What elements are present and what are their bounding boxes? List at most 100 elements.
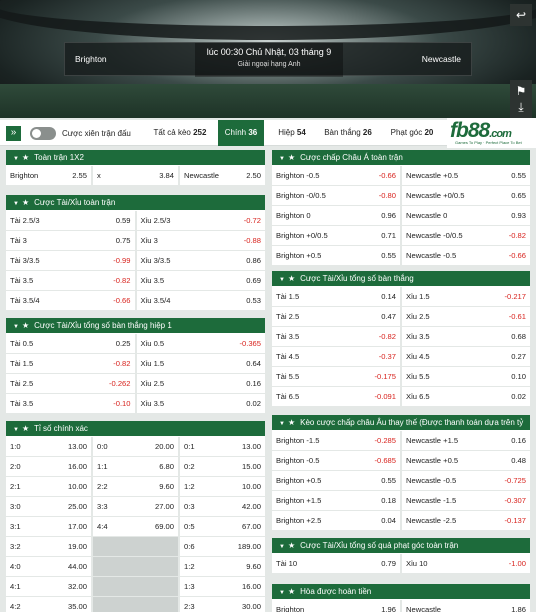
panel-header[interactable]: ▼ ★ Cược chấp Châu Á toàn trận — [272, 150, 530, 165]
star-icon[interactable]: ★ — [22, 321, 29, 330]
odds-cell[interactable]: 0:5 67.00 — [180, 516, 265, 536]
odds-cell[interactable]: Tài 10 0.79 — [272, 553, 400, 573]
star-icon[interactable]: ★ — [22, 153, 29, 162]
odds-cell[interactable]: 2:3 30.00 — [180, 596, 265, 612]
odds-cell[interactable]: Xỉu 4.5 0.27 — [402, 346, 530, 366]
odds-cell[interactable]: Brighton 2.55 — [6, 165, 91, 185]
odds-cell[interactable]: Xỉu 3.5 0.02 — [136, 393, 265, 413]
odds-cell[interactable]: 2:1 10.00 — [6, 476, 91, 496]
odds-cell[interactable]: Newcastle 1.86 — [402, 599, 530, 612]
odds-cell[interactable]: Tài 1.5 -0.82 — [6, 353, 135, 373]
odds-cell[interactable]: Brighton -0.5 -0.66 — [272, 165, 400, 185]
odds-cell[interactable]: Tài 3/3.5 -0.99 — [6, 250, 135, 270]
odds-cell[interactable]: 0:6 189.00 — [180, 536, 265, 556]
odds-cell[interactable]: 4:1 32.00 — [6, 576, 91, 596]
panel-header[interactable]: ▼ ★ Cược Tài/Xỉu tổng số bàn thắng hiệp 1 — [6, 318, 265, 333]
odds-cell[interactable]: Xỉu 3 -0.88 — [136, 230, 265, 250]
odds-cell[interactable]: Tài 6.5 -0.091 — [272, 386, 400, 406]
odds-cell[interactable]: Newcastle +0.5 0.55 — [402, 165, 530, 185]
odds-cell[interactable]: Tài 3.5 -0.10 — [6, 393, 135, 413]
odds-cell[interactable]: Xỉu 3.5 0.69 — [136, 270, 265, 290]
odds-cell[interactable]: 0:3 42.00 — [180, 496, 265, 516]
odds-cell[interactable]: Brighton 1.96 — [272, 599, 400, 612]
odds-cell[interactable]: Newcastle +1.5 0.16 — [402, 430, 530, 450]
odds-cell[interactable]: x 3.84 — [93, 165, 178, 185]
odds-cell[interactable]: Brighton -0.5 -0.685 — [272, 450, 400, 470]
odds-cell[interactable]: 3:2 19.00 — [6, 536, 91, 556]
star-icon[interactable]: ★ — [22, 424, 29, 433]
odds-cell[interactable]: 4:2 35.00 — [6, 596, 91, 612]
odds-cell[interactable]: Brighton -0/0.5 -0.80 — [272, 185, 400, 205]
odds-cell[interactable]: Xỉu 5.5 0.10 — [402, 366, 530, 386]
tab-all[interactable]: Tất cả kèo 252 — [146, 120, 214, 146]
panel-header[interactable]: ▼ ★ Cược Tài/Xỉu toàn trận — [6, 195, 265, 210]
panel-header[interactable]: ▼ ★ Kèo cược chấp châu Âu thay thế (Được t… — [272, 415, 530, 430]
odds-cell[interactable]: Brighton +1.5 0.18 — [272, 490, 400, 510]
odds-cell[interactable]: 1:0 13.00 — [6, 436, 91, 456]
odds-cell[interactable]: Brighton +0.5 0.55 — [272, 470, 400, 490]
odds-cell[interactable]: 1:1 6.80 — [93, 456, 178, 476]
chevron-down-icon[interactable]: ▼ — [13, 201, 19, 207]
download-icon[interactable]: ⤓ — [510, 96, 532, 118]
odds-cell[interactable]: Xỉu 2.5 0.16 — [136, 373, 265, 393]
odds-cell[interactable]: Tài 4.5 -0.37 — [272, 346, 400, 366]
odds-cell[interactable]: Brighton -1.5 -0.285 — [272, 430, 400, 450]
panel-header[interactable]: ▼ ★ Toàn trận 1X2 — [6, 150, 265, 165]
star-icon[interactable]: ★ — [288, 153, 295, 162]
panel-header[interactable]: ▼ ★ Tỉ số chính xác — [6, 421, 265, 436]
odds-cell[interactable]: 2:0 16.00 — [6, 456, 91, 476]
odds-cell[interactable]: Newcastle -0.5 -0.66 — [402, 245, 530, 265]
odds-cell[interactable]: 2:2 9.60 — [93, 476, 178, 496]
odds-cell[interactable]: Xỉu 6.5 0.02 — [402, 386, 530, 406]
odds-cell[interactable]: Xỉu 1.5 0.64 — [136, 353, 265, 373]
odds-cell[interactable]: Xỉu 3.5/4 0.53 — [136, 290, 265, 310]
star-icon[interactable]: ★ — [22, 198, 29, 207]
odds-cell[interactable]: Brighton +0.5 0.55 — [272, 245, 400, 265]
odds-cell[interactable]: 1:3 16.00 — [180, 576, 265, 596]
odds-cell[interactable]: Xỉu 3.5 0.68 — [402, 326, 530, 346]
odds-cell[interactable]: Newcastle -0/0.5 -0.82 — [402, 225, 530, 245]
back-icon[interactable]: ↩ — [510, 4, 532, 26]
tab-goals[interactable]: Bàn thắng 26 — [318, 120, 378, 146]
odds-cell[interactable]: Newcastle -1.5 -0.307 — [402, 490, 530, 510]
odds-cell[interactable]: Tài 3.5/4 -0.66 — [6, 290, 135, 310]
odds-cell[interactable]: 0:2 15.00 — [180, 456, 265, 476]
odds-cell[interactable]: Tài 3.5 -0.82 — [6, 270, 135, 290]
panel-header[interactable]: ▼ ★ Cược Tài/Xỉu tổng số quả phạt góc toàn… — [272, 538, 530, 553]
odds-cell[interactable]: Tài 2.5 0.47 — [272, 306, 400, 326]
odds-cell[interactable]: Tài 1.5 0.14 — [272, 286, 400, 306]
odds-cell[interactable]: Newcastle +0/0.5 0.65 — [402, 185, 530, 205]
panel-header[interactable]: ▼ ★ Cược Tài/Xỉu tổng số bàn thắng — [272, 271, 530, 286]
odds-cell[interactable]: 1:2 10.00 — [180, 476, 265, 496]
odds-cell[interactable]: Xỉu 2.5 -0.61 — [402, 306, 530, 326]
odds-cell[interactable]: Tài 0.5 0.25 — [6, 333, 135, 353]
chevron-down-icon[interactable]: ▼ — [13, 427, 19, 433]
odds-cell[interactable]: Xỉu 10 -1.00 — [402, 553, 530, 573]
chevron-down-icon[interactable]: ▼ — [279, 544, 285, 550]
odds-cell[interactable]: Newcastle 2.50 — [180, 165, 265, 185]
odds-cell[interactable]: Tài 2.5 -0.262 — [6, 373, 135, 393]
odds-cell[interactable]: 4:0 44.00 — [6, 556, 91, 576]
odds-cell[interactable]: Tài 3 0.75 — [6, 230, 135, 250]
odds-cell[interactable]: Newcastle +0.5 0.48 — [402, 450, 530, 470]
tab-corners[interactable]: Phạt góc 20 — [384, 120, 440, 146]
chevron-down-icon[interactable]: ▼ — [279, 421, 285, 427]
mix-bet-toggle[interactable] — [30, 127, 56, 140]
odds-cell[interactable]: 3:3 27.00 — [93, 496, 178, 516]
odds-cell[interactable]: 3:0 25.00 — [6, 496, 91, 516]
star-icon[interactable]: ★ — [288, 587, 295, 596]
chevron-down-icon[interactable]: ▼ — [13, 324, 19, 330]
chevron-down-icon[interactable]: ▼ — [13, 156, 19, 162]
tab-half[interactable]: Hiệp 54 — [272, 120, 312, 146]
odds-cell[interactable]: Brighton +2.5 0.04 — [272, 510, 400, 530]
tab-main[interactable]: Chính 36 — [218, 120, 264, 146]
odds-cell[interactable]: 3:1 17.00 — [6, 516, 91, 536]
odds-cell[interactable]: Xỉu 0.5 -0.365 — [136, 333, 265, 353]
odds-cell[interactable]: Xỉu 3/3.5 0.86 — [136, 250, 265, 270]
chevron-down-icon[interactable]: ▼ — [279, 277, 285, 283]
odds-cell[interactable]: 0:0 20.00 — [93, 436, 178, 456]
panel-header[interactable]: ▼ ★ Hòa được hoàn tiền — [272, 584, 530, 599]
odds-cell[interactable]: 0:1 13.00 — [180, 436, 265, 456]
star-icon[interactable]: ★ — [288, 418, 295, 427]
chevron-down-icon[interactable]: ▼ — [279, 156, 285, 162]
